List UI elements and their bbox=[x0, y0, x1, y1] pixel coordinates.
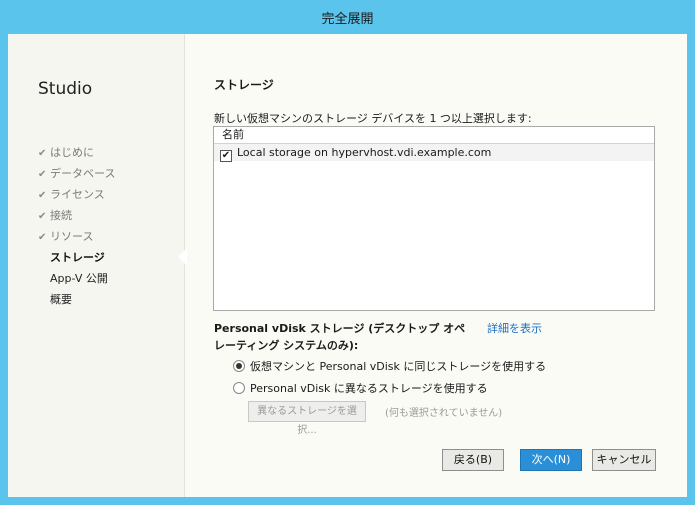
step-appv-publishing: App-V 公開 bbox=[38, 268, 115, 289]
step-label: ライセンス bbox=[50, 188, 105, 201]
wizard-content: ストレージ 新しい仮想マシンのストレージ デバイスを 1 つ以上選択します: 名… bbox=[188, 34, 687, 497]
check-icon: ✔ bbox=[38, 211, 47, 222]
check-icon: ✔ bbox=[38, 190, 47, 201]
step-database[interactable]: ✔ データベース bbox=[38, 163, 115, 184]
page-title: ストレージ bbox=[214, 78, 274, 92]
radio-button[interactable] bbox=[233, 360, 245, 372]
wizard-window: Studio ✔ はじめに ✔ データベース ✔ ライセンス ✔ 接続 ✔ リソース スト… bbox=[8, 34, 687, 497]
step-label: はじめに bbox=[50, 146, 94, 159]
radio-label: 仮想マシンと Personal vDisk に同じストレージを使用する bbox=[250, 360, 547, 373]
show-details-link[interactable]: 詳細を表示 bbox=[487, 320, 542, 336]
step-connection[interactable]: ✔ 接続 bbox=[38, 205, 115, 226]
step-summary: 概要 bbox=[38, 289, 115, 310]
step-label: App-V 公開 bbox=[50, 272, 108, 285]
wizard-sidebar: Studio ✔ はじめに ✔ データベース ✔ ライセンス ✔ 接続 ✔ リソース スト… bbox=[8, 34, 185, 497]
current-step-pointer bbox=[178, 248, 187, 266]
wizard-steps: ✔ はじめに ✔ データベース ✔ ライセンス ✔ 接続 ✔ リソース ストレージ App… bbox=[38, 142, 115, 310]
storage-list[interactable]: 名前 ✔ Local storage on hypervhost.vdi.exam… bbox=[213, 126, 655, 311]
selection-status: (何も選択されていません) bbox=[385, 408, 503, 419]
step-label: リソース bbox=[50, 230, 94, 243]
column-header-name[interactable]: 名前 bbox=[214, 127, 654, 144]
window-title: 完全展開 bbox=[321, 12, 374, 27]
step-label: ストレージ bbox=[50, 251, 105, 264]
storage-name: Local storage on hypervhost.vdi.example.… bbox=[237, 146, 492, 159]
check-icon: ✔ bbox=[38, 169, 47, 180]
cancel-button[interactable]: キャンセル bbox=[592, 449, 656, 471]
pvd-section-title: Personal vDisk ストレージ (デスクトップ オペレーティング シス… bbox=[214, 322, 466, 352]
step-label: 接続 bbox=[50, 209, 72, 222]
title-bar: 完全展開 bbox=[0, 0, 695, 34]
step-label: データベース bbox=[50, 167, 116, 180]
radio-same-storage[interactable]: 仮想マシンと Personal vDisk に同じストレージを使用する bbox=[233, 358, 546, 374]
select-storage-button: 異なるストレージを選択... bbox=[248, 401, 366, 436]
list-item[interactable]: ✔ Local storage on hypervhost.vdi.example… bbox=[214, 144, 654, 162]
back-button[interactable]: 戻る(B) bbox=[442, 449, 504, 471]
radio-button[interactable] bbox=[233, 382, 245, 394]
step-licensing[interactable]: ✔ ライセンス bbox=[38, 184, 115, 205]
check-icon: ✔ bbox=[38, 148, 47, 159]
radio-different-storage[interactable]: Personal vDisk に異なるストレージを使用する bbox=[233, 380, 488, 396]
check-icon: ✔ bbox=[38, 232, 47, 243]
storage-checkbox[interactable]: ✔ bbox=[220, 150, 232, 162]
instruction-text: 新しい仮想マシンのストレージ デバイスを 1 つ以上選択します: bbox=[214, 112, 532, 125]
step-introduction[interactable]: ✔ はじめに bbox=[38, 142, 115, 163]
step-storage[interactable]: ストレージ bbox=[38, 247, 115, 268]
radio-label: Personal vDisk に異なるストレージを使用する bbox=[250, 382, 488, 395]
app-name: Studio bbox=[38, 79, 93, 99]
step-label: 概要 bbox=[50, 293, 72, 306]
next-button[interactable]: 次へ(N) bbox=[520, 449, 582, 471]
step-resources[interactable]: ✔ リソース bbox=[38, 226, 115, 247]
